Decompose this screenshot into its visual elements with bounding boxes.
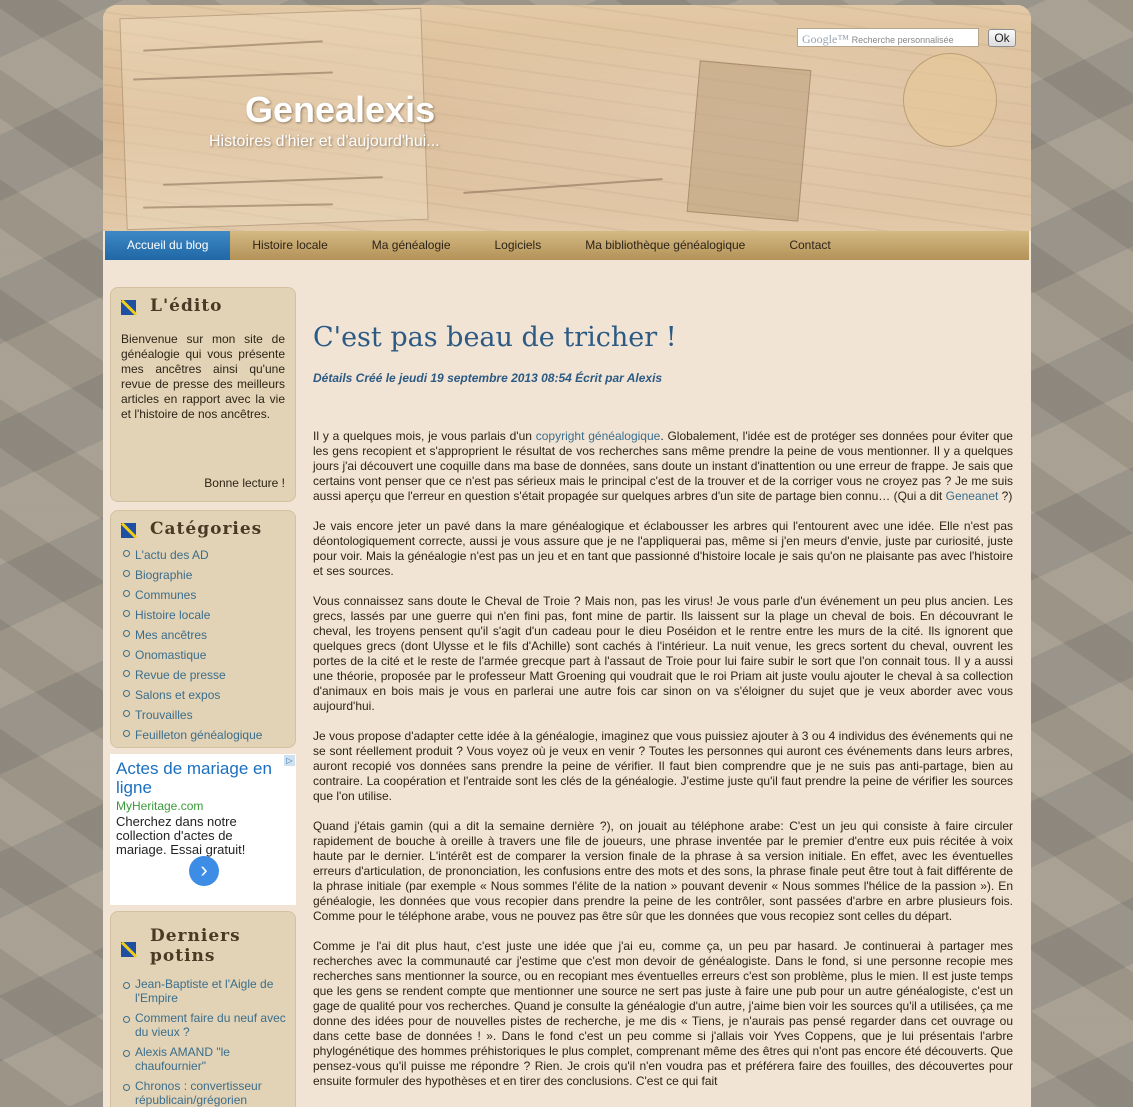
nav-item-accueil[interactable]: Accueil du blog (105, 231, 231, 260)
edito-module: L'édito Bienvenue sur mon site de généal… (110, 287, 296, 502)
nav-item-contact[interactable]: Contact (767, 231, 852, 260)
search-placeholder: Recherche personnalisée (851, 35, 954, 45)
header-decoration-medallion (903, 53, 997, 147)
nav-item-histoire-locale[interactable]: Histoire locale (230, 231, 349, 260)
search-input[interactable]: Google™ Recherche personnalisée (797, 28, 979, 47)
page-container: Genealexis Histoires d'hier et d'aujourd… (103, 5, 1031, 1107)
recent-title: Derniers potins (150, 926, 241, 966)
edito-signoff: Bonne lecture ! (204, 476, 285, 490)
site-title[interactable]: Genealexis (245, 89, 435, 131)
ad-title[interactable]: Actes de mariage en ligne (116, 759, 286, 797)
article-title[interactable]: C'est pas beau de tricher ! (313, 317, 1013, 359)
nav-item-bibliotheque[interactable]: Ma bibliothèque généalogique (563, 231, 767, 260)
edito-header: L'édito (121, 296, 223, 316)
flag-icon (121, 523, 136, 538)
header-script-line (463, 178, 663, 194)
categories-list: L'actu des AD Biographie Communes Histoi… (122, 545, 262, 745)
copyright-link[interactable]: copyright généalogique (536, 429, 661, 443)
nav-item-ma-genealogie[interactable]: Ma généalogie (350, 231, 473, 260)
article-body: Il y a quelques mois, je vous parlais d'… (313, 429, 1013, 1089)
paragraph-text: ?) (998, 489, 1013, 503)
site-header: Genealexis Histoires d'hier et d'aujourd… (103, 5, 1031, 231)
search-button[interactable]: Ok (988, 29, 1016, 47)
edito-title: L'édito (150, 296, 223, 316)
article-paragraph: Je vous propose d'adapter cette idée à l… (313, 729, 1013, 803)
site-tagline: Histoires d'hier et d'aujourd'hui... (209, 133, 440, 150)
google-logo: Google™ (802, 32, 850, 46)
flag-icon (121, 942, 136, 957)
article-paragraph: Vous connaissez sans doute le Cheval de … (313, 594, 1013, 713)
geneanet-link[interactable]: Geneanet (946, 489, 999, 503)
flag-icon (121, 300, 136, 315)
nav-item-logiciels[interactable]: Logiciels (473, 231, 564, 260)
article-paragraph: Quand j'étais gamin (qui a dit la semain… (313, 819, 1013, 923)
category-link[interactable]: Mes ancêtres (122, 625, 262, 645)
categories-title: Catégories (150, 519, 263, 539)
category-link[interactable]: Trouvailles (122, 705, 262, 725)
categories-header: Catégories (121, 519, 262, 539)
ad-domain[interactable]: MyHeritage.com (116, 799, 203, 813)
recent-posts-list: Jean-Baptiste et l'Aigle de l'Empire Com… (122, 977, 288, 1107)
recent-post-link[interactable]: Chronos : convertisseur républicain/grég… (122, 1079, 288, 1107)
categories-module: Catégories L'actu des AD Biographie Comm… (110, 510, 296, 748)
main-nav: Accueil du blog Histoire locale Ma généa… (105, 231, 1029, 260)
category-link[interactable]: Salons et expos (122, 685, 262, 705)
paragraph-text: Il y a quelques mois, je vous parlais d'… (313, 429, 536, 443)
ad-text: Cherchez dans notre collection d'actes d… (116, 814, 246, 857)
category-link[interactable]: Biographie (122, 565, 262, 585)
category-link[interactable]: Feuilleton généalogique (122, 725, 262, 745)
recent-post-link[interactable]: Alexis AMAND "le chaufournier" (122, 1045, 288, 1073)
ad-banner[interactable]: ▷ Actes de mariage en ligne MyHeritage.c… (110, 754, 296, 905)
header-decoration-photo (686, 60, 812, 222)
category-link[interactable]: L'actu des AD (122, 545, 262, 565)
category-link[interactable]: Revue de presse (122, 665, 262, 685)
recent-header: Derniers potins (121, 926, 260, 966)
ad-arrow-icon[interactable]: › (189, 856, 219, 886)
recent-post-link[interactable]: Jean-Baptiste et l'Aigle de l'Empire (122, 977, 288, 1005)
category-link[interactable]: Onomastique (122, 645, 262, 665)
article-paragraph: Il y a quelques mois, je vous parlais d'… (313, 429, 1013, 504)
category-link[interactable]: Communes (122, 585, 262, 605)
article-paragraph: Comme je l'ai dit plus haut, c'est juste… (313, 939, 1013, 1088)
recent-posts-module: Derniers potins Jean-Baptiste et l'Aigle… (110, 911, 296, 1107)
article-paragraph: Je vais encore jeter un pavé dans la mar… (313, 519, 1013, 578)
edito-text: Bienvenue sur mon site de généalogie qui… (121, 332, 285, 421)
article-meta: Détails Créé le jeudi 19 septembre 2013 … (313, 371, 663, 385)
article: C'est pas beau de tricher ! Détails Créé… (313, 317, 1013, 1104)
recent-post-link[interactable]: Comment faire du neuf avec du vieux ? (122, 1011, 288, 1039)
category-link[interactable]: Histoire locale (122, 605, 262, 625)
